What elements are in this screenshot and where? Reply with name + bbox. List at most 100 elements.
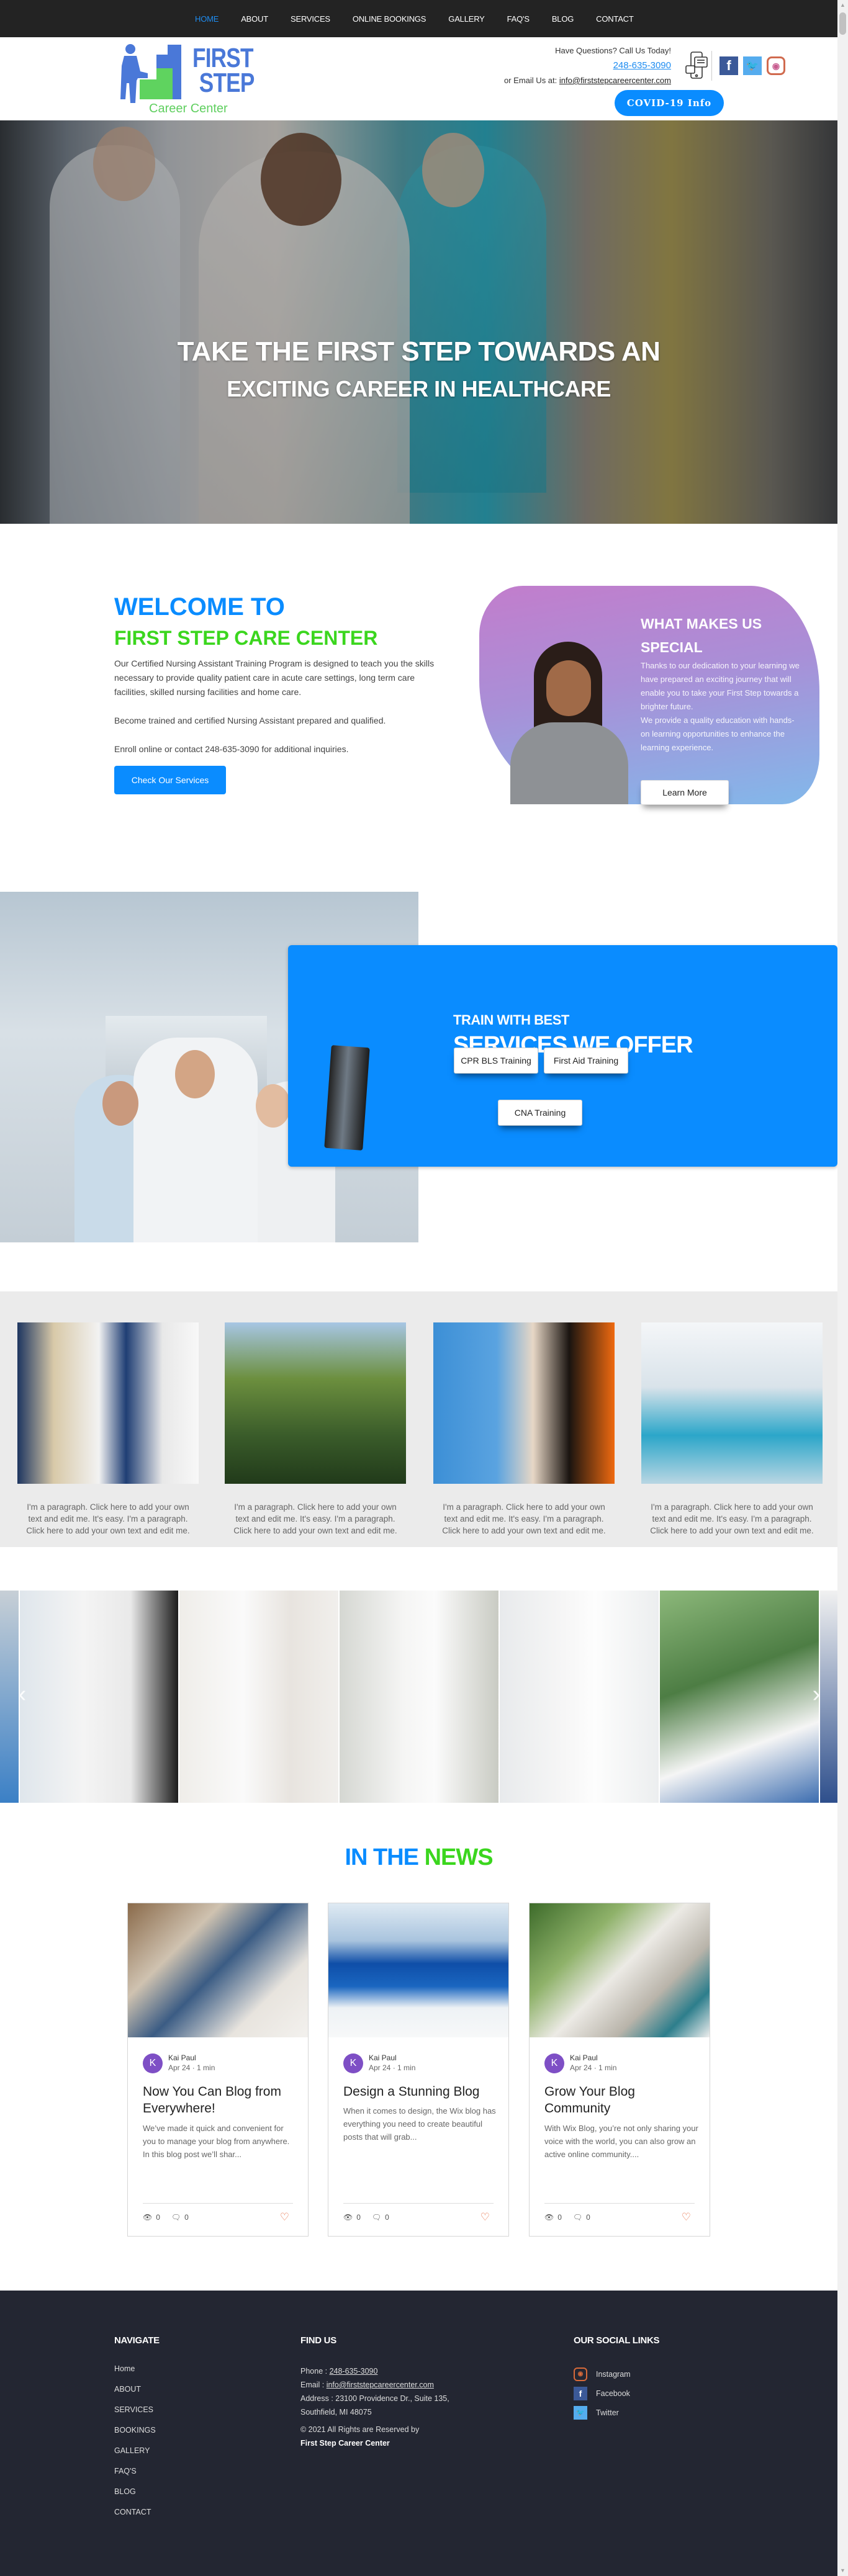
footer-link-about[interactable]: ABOUT [114, 2385, 160, 2405]
learn-more-button[interactable]: Learn More [641, 780, 729, 805]
header-contact: Have Questions? Call Us Today! 248-635-3… [504, 43, 671, 88]
twitter-icon[interactable]: 🐦 [743, 56, 762, 75]
post-title[interactable]: Grow Your Blog Community [544, 2083, 700, 2117]
gallery-prev-arrow[interactable]: ‹ [16, 1682, 29, 1706]
author-name[interactable]: Kai Paul [168, 2053, 215, 2063]
scroll-up-arrow[interactable]: ▲ [837, 0, 848, 11]
author-name[interactable]: Kai Paul [570, 2053, 616, 2063]
facebook-icon[interactable]: f [719, 56, 738, 75]
logo-step: STEP [199, 68, 255, 98]
feature-card: I'm a paragraph. Click here to add your … [225, 1322, 406, 1537]
post-title[interactable]: Design a Stunning Blog [343, 2083, 498, 2100]
header-phone-link[interactable]: 248-635-3090 [613, 60, 671, 71]
author-avatar[interactable]: K [343, 2053, 363, 2073]
like-heart-icon[interactable]: ♡ [280, 2211, 289, 2224]
gallery-image[interactable] [500, 1591, 659, 1803]
welcome-title: WELCOME TO [114, 593, 285, 621]
instagram-icon[interactable]: ◉ [767, 56, 785, 75]
read-time: 1 min [197, 2063, 215, 2072]
copyright-text: © 2021 All Rights are Reserved by [300, 2425, 420, 2434]
social-link-twitter[interactable]: 🐦 Twitter [574, 2403, 659, 2422]
blog-post-card[interactable]: K Kai Paul Apr 24 · 1 min Design a Stunn… [328, 1903, 509, 2237]
gallery-next-arrow[interactable]: › [810, 1682, 823, 1706]
xray-image [324, 1045, 370, 1151]
feature-text: I'm a paragraph. Click here to add your … [233, 1502, 397, 1535]
gallery-image[interactable] [20, 1591, 178, 1803]
social-label: Instagram [596, 2369, 631, 2379]
views-count: 0 [156, 2213, 160, 2222]
footer-link-gallery[interactable]: GALLERY [114, 2446, 160, 2467]
author-avatar[interactable]: K [143, 2053, 163, 2073]
hero-headline: TAKE THE FIRST STEP TOWARDS AN [177, 336, 661, 367]
views-count: 0 [557, 2213, 562, 2222]
questions-text: Have Questions? Call Us Today! [555, 46, 671, 55]
social-link-instagram[interactable]: ◉ Instagram [574, 2364, 659, 2384]
footer-link-home[interactable]: Home [114, 2364, 160, 2385]
gallery-image[interactable] [179, 1591, 338, 1803]
feature-card: I'm a paragraph. Click here to add your … [433, 1322, 615, 1537]
footer-email-link[interactable]: info@firststepcareercenter.com [327, 2381, 434, 2389]
gallery-image[interactable] [660, 1591, 819, 1803]
footer-link-blog[interactable]: BLOG [114, 2487, 160, 2508]
social-link-facebook[interactable]: f Facebook [574, 2384, 659, 2403]
blog-post-card[interactable]: K Kai Paul Apr 24 · 1 min Now You Can Bl… [127, 1903, 309, 2237]
services-kicker: TRAIN WITH BEST [453, 1012, 569, 1028]
footer-address: Address : 23100 Providence Dr., Suite 13… [300, 2394, 449, 2417]
scrollbar-thumb[interactable] [839, 12, 846, 35]
footer-link-bookings[interactable]: BOOKINGS [114, 2426, 160, 2446]
post-date: Apr 24 [369, 2063, 391, 2072]
cna-training-button[interactable]: CNA Training [498, 1100, 582, 1126]
footer-link-contact[interactable]: CONTACT [114, 2508, 160, 2528]
news-heading: IN THE NEWS [0, 1844, 837, 1871]
nav-item-services[interactable]: SERVICES [291, 14, 330, 24]
nav-item-contact[interactable]: CONTACT [596, 14, 634, 24]
nurse-photo [510, 642, 628, 804]
footer-link-services[interactable]: SERVICES [114, 2405, 160, 2426]
nav-item-blog[interactable]: BLOG [552, 14, 574, 24]
feature-image [225, 1322, 406, 1484]
feature-image [641, 1322, 823, 1484]
nav-item-faqs[interactable]: FAQ'S [507, 14, 530, 24]
comments-icon: 🗨 [171, 2213, 181, 2222]
comments-count: 0 [385, 2213, 389, 2222]
views-icon: 👁 [544, 2213, 554, 2222]
first-aid-training-button[interactable]: First Aid Training [544, 1048, 628, 1074]
covid-info-button[interactable]: COVID-19 Info [615, 90, 724, 116]
gallery-image[interactable] [820, 1591, 837, 1803]
facebook-icon: f [574, 2386, 587, 2400]
footer-heading: FIND US [300, 2335, 336, 2346]
comments-count: 0 [184, 2213, 189, 2222]
photo-gallery [0, 1591, 837, 1803]
scroll-down-arrow[interactable]: ▼ [837, 2565, 848, 2576]
phone-label: Phone : [300, 2367, 328, 2376]
post-excerpt: We’ve made it quick and convenient for y… [143, 2124, 290, 2159]
cpr-bls-training-button[interactable]: CPR BLS Training [454, 1048, 538, 1074]
logo[interactable]: FIRST STEP Career Center [118, 43, 261, 117]
footer-find-us: FIND US Phone : 248-635-3090 Email : inf… [300, 2335, 480, 2450]
footer-phone-link[interactable]: 248-635-3090 [330, 2367, 378, 2376]
gallery-image[interactable] [340, 1591, 498, 1803]
post-excerpt: With Wix Blog, you’re not only sharing y… [544, 2124, 698, 2159]
nav-item-home[interactable]: HOME [195, 14, 219, 24]
nav-item-about[interactable]: ABOUT [241, 14, 268, 24]
nav-item-online-bookings[interactable]: ONLINE BOOKINGS [353, 14, 426, 24]
post-image[interactable] [530, 1903, 710, 2037]
like-heart-icon[interactable]: ♡ [480, 2211, 490, 2224]
header-email-link[interactable]: info@firststepcareercenter.com [559, 76, 671, 85]
post-image[interactable] [128, 1903, 308, 2037]
post-title[interactable]: Now You Can Blog from Everywhere! [143, 2083, 298, 2117]
check-services-button[interactable]: Check Our Services [114, 766, 226, 794]
blog-post-card[interactable]: K Kai Paul Apr 24 · 1 min Grow Your Blog… [529, 1903, 710, 2237]
welcome-paragraph: Our Certified Nursing Assistant Training… [114, 658, 435, 697]
copyright-org: First Step Career Center [300, 2439, 390, 2448]
like-heart-icon[interactable]: ♡ [682, 2211, 691, 2224]
author-name[interactable]: Kai Paul [369, 2053, 415, 2063]
page-scrollbar[interactable]: ▲ ▼ [837, 0, 848, 2576]
nav-item-gallery[interactable]: GALLERY [448, 14, 485, 24]
post-image[interactable] [328, 1903, 508, 2037]
comments-count: 0 [586, 2213, 590, 2222]
footer-link-faqs[interactable]: FAQ'S [114, 2467, 160, 2487]
author-avatar[interactable]: K [544, 2053, 564, 2073]
views-icon: 👁 [143, 2213, 153, 2222]
read-time: 1 min [397, 2063, 416, 2072]
